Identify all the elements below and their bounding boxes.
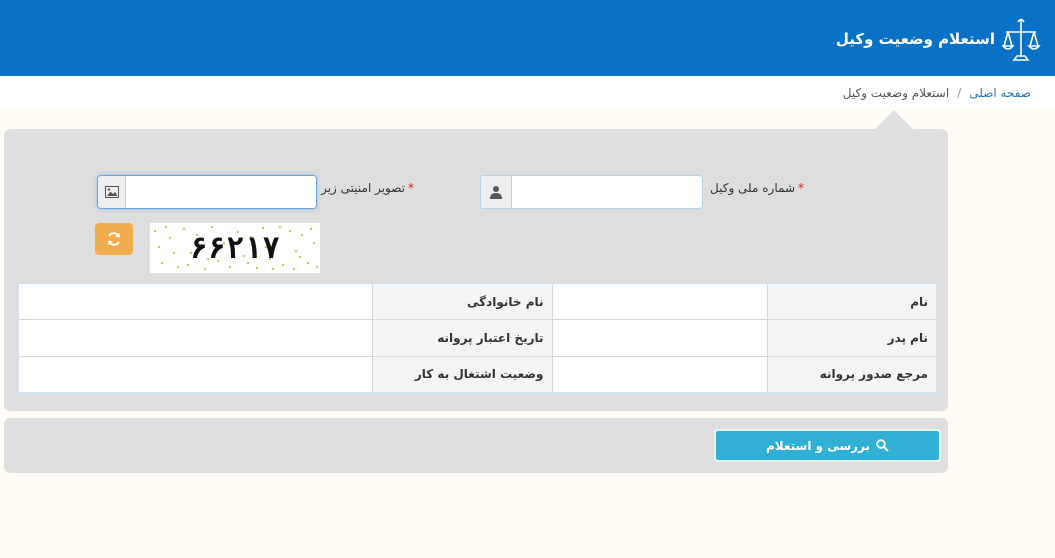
captcha-field bbox=[97, 175, 317, 209]
inquiry-button[interactable]: بررسی و استعلام bbox=[714, 429, 941, 462]
breadcrumb-bar: صفحه اصلی / استعلام وضعیت وکیل bbox=[0, 76, 1055, 108]
table-row: نام نام خانوادگی bbox=[17, 282, 938, 321]
search-icon bbox=[876, 439, 889, 452]
required-mark: * bbox=[798, 181, 804, 195]
national-id-input[interactable] bbox=[512, 176, 702, 208]
captcha-label: *تصویر امنیتی زیر bbox=[321, 181, 414, 195]
breadcrumb-current: استعلام وضعیت وکیل bbox=[842, 86, 950, 100]
image-icon bbox=[98, 176, 126, 208]
table-header-cell: نام bbox=[766, 282, 938, 321]
table-header-cell: نام خانوادگی bbox=[371, 282, 553, 321]
refresh-captcha-button[interactable] bbox=[95, 223, 133, 255]
table-value-cell bbox=[17, 355, 373, 394]
table-header-cell: تاریخ اعتبار پروانه bbox=[371, 319, 553, 357]
table-row: نام پدر تاریخ اعتبار پروانه bbox=[17, 319, 938, 357]
table-value-cell bbox=[551, 282, 768, 321]
user-icon bbox=[481, 176, 512, 208]
breadcrumb-home-link[interactable]: صفحه اصلی bbox=[969, 86, 1031, 100]
table-value-cell bbox=[17, 319, 373, 357]
table-value-cell bbox=[551, 319, 768, 357]
national-id-field bbox=[480, 175, 703, 209]
table-value-cell bbox=[17, 282, 373, 321]
required-mark: * bbox=[408, 181, 414, 195]
captcha-code: ۶۶۲۱۷ bbox=[189, 230, 281, 266]
lawyer-info-table: نام نام خانوادگی نام پدر تاریخ اعتبار پر… bbox=[17, 282, 938, 394]
table-value-cell bbox=[551, 355, 768, 394]
inquiry-button-label: بررسی و استعلام bbox=[765, 438, 871, 453]
table-row: مرجع صدور پروانه وضعیت اشتغال به کار bbox=[17, 355, 938, 394]
table-header-cell: نام پدر bbox=[766, 319, 938, 357]
breadcrumb: صفحه اصلی / استعلام وضعیت وکیل bbox=[843, 86, 1031, 100]
national-id-label: *شماره ملی وکیل bbox=[710, 181, 804, 195]
table-header-cell: مرجع صدور پروانه bbox=[766, 355, 938, 394]
table-header-cell: وضعیت اشتغال به کار bbox=[371, 355, 553, 394]
refresh-icon bbox=[108, 232, 120, 246]
judiciary-emblem-icon bbox=[1001, 18, 1041, 61]
inquiry-form-panel: *شماره ملی وکیل *تصویر امنیتی زیر ۶۶۲۱۷ … bbox=[4, 129, 948, 411]
actions-panel: بررسی و استعلام bbox=[4, 418, 948, 473]
breadcrumb-separator: / bbox=[957, 86, 962, 100]
panel-caret bbox=[875, 110, 913, 129]
captcha-image: ۶۶۲۱۷ bbox=[150, 223, 320, 273]
page-title: استعلام وضعیت وکیل bbox=[835, 30, 995, 48]
captcha-input[interactable] bbox=[126, 176, 316, 208]
header-bar: استعلام وضعیت وکیل bbox=[0, 0, 1055, 76]
